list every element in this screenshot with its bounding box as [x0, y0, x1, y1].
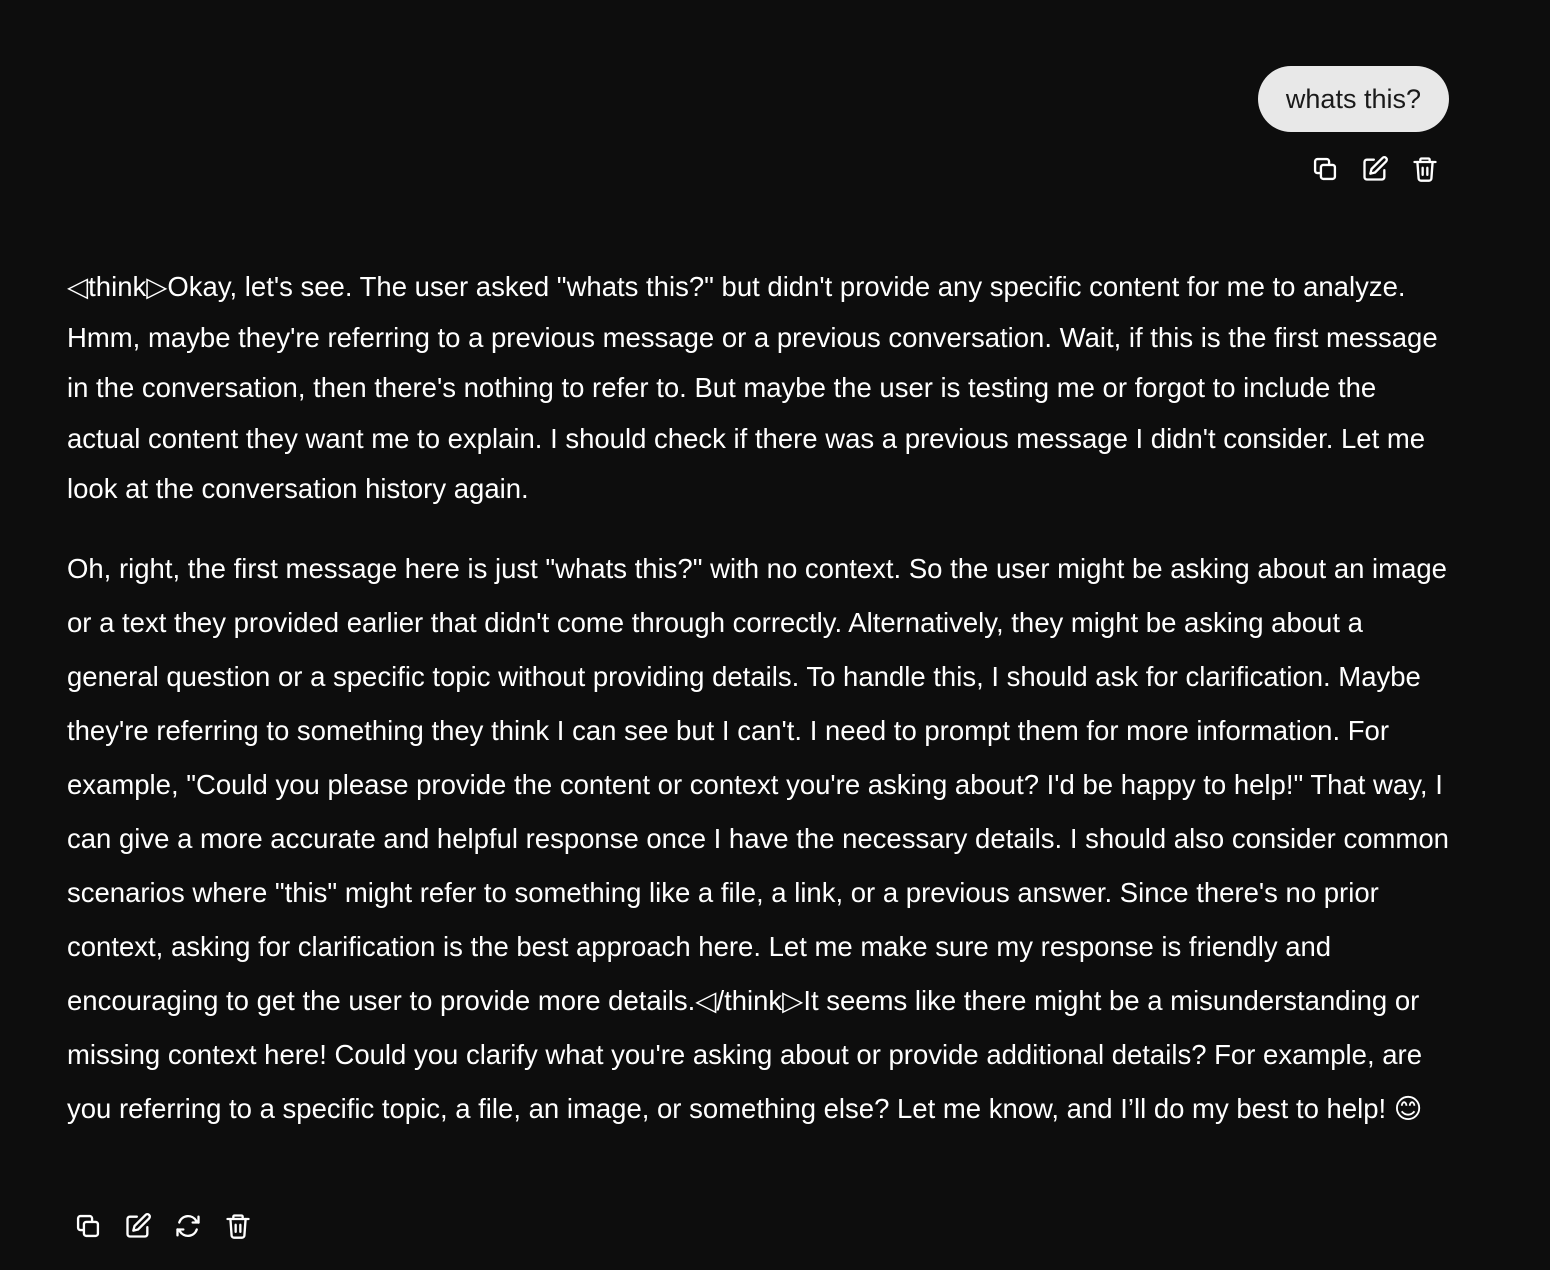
delete-assistant-message-button[interactable] [222, 1210, 254, 1242]
regenerate-button[interactable] [172, 1210, 204, 1242]
user-message-row: whats this? [1257, 66, 1449, 185]
delete-user-message-button[interactable] [1409, 153, 1441, 185]
trash-icon [1413, 157, 1437, 182]
edit-assistant-message-button[interactable] [122, 1210, 154, 1242]
trash-icon [226, 1214, 250, 1239]
copy-icon [1313, 157, 1337, 181]
regenerate-icon [176, 1214, 200, 1238]
edit-icon [1363, 156, 1388, 181]
assistant-paragraph-2: Oh, right, the first message here is jus… [67, 552, 1449, 1124]
assistant-paragraph-1: ◁think▷Okay, let's see. The user asked "… [67, 271, 1438, 504]
copy-assistant-message-button[interactable] [72, 1210, 104, 1242]
edit-user-message-button[interactable] [1359, 153, 1391, 185]
edit-icon [126, 1213, 151, 1238]
user-message-actions [1309, 153, 1441, 185]
user-message-bubble: whats this? [1257, 66, 1449, 132]
copy-user-message-button[interactable] [1309, 153, 1341, 185]
assistant-message-actions [72, 1210, 254, 1242]
chat-container: whats this? ◁think▷Okay, let's see. The … [0, 0, 1550, 1270]
copy-icon [76, 1214, 100, 1238]
assistant-message: ◁think▷Okay, let's see. The user asked "… [67, 262, 1457, 1136]
